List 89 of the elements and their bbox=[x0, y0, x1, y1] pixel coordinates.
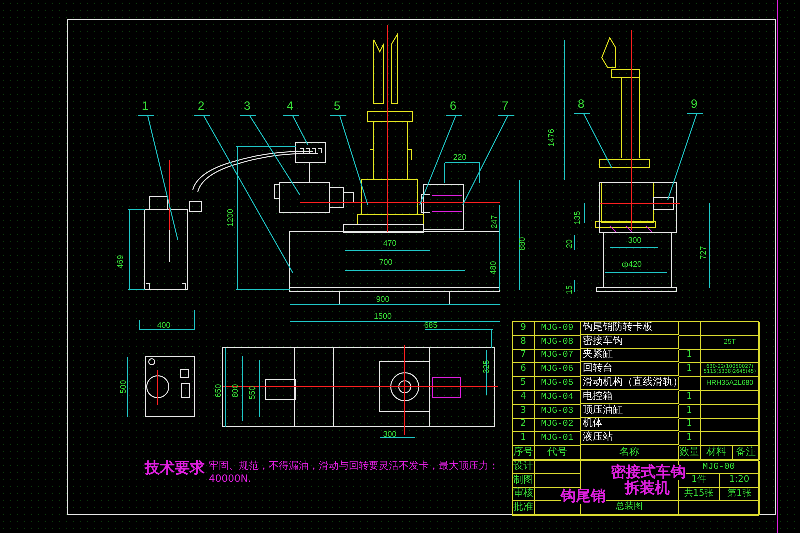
requirements-heading: 技术要求 bbox=[145, 461, 205, 476]
column-header: 代号 bbox=[548, 448, 568, 458]
part-code: MJG-05 bbox=[541, 379, 574, 388]
part-quantity: 1 bbox=[686, 420, 692, 430]
part-name: 机体 bbox=[583, 419, 603, 430]
role-label: 批准 bbox=[514, 502, 534, 513]
leader-line bbox=[574, 114, 612, 168]
row-number: 1 bbox=[520, 434, 526, 444]
sheet-number: 第1张 bbox=[728, 490, 752, 499]
drawing-number: MJG-00 bbox=[702, 462, 736, 472]
row-number: 3 bbox=[520, 406, 526, 416]
part-code: MJG-06 bbox=[541, 365, 574, 374]
dimension-label: 880 bbox=[518, 237, 527, 251]
part-name: 顶压油缸 bbox=[583, 406, 623, 416]
part-quantity: 1 bbox=[686, 392, 692, 402]
column-header: 备注 bbox=[736, 448, 756, 458]
dimension-label: 1500 bbox=[374, 312, 392, 321]
dimension-label: 20 bbox=[565, 240, 574, 248]
part-name: 电控箱 bbox=[583, 392, 613, 402]
part-name: 夹紧缸 bbox=[583, 350, 613, 360]
balloon-number: 8 bbox=[578, 97, 585, 111]
balloon-number: 5 bbox=[334, 99, 341, 113]
part-name: 滑动机构（直线滑轨） bbox=[583, 378, 683, 388]
balloon-number: 3 bbox=[244, 99, 251, 113]
part-code: MJG-03 bbox=[541, 406, 574, 416]
dimension-label: 469 bbox=[116, 255, 125, 269]
dimension-label: 900 bbox=[376, 295, 390, 304]
dimension-label: 400 bbox=[157, 321, 171, 330]
dimension-label: 550 bbox=[248, 386, 257, 400]
part-code: MJG-04 bbox=[541, 392, 574, 402]
dimension-label: 727 bbox=[699, 246, 708, 260]
dimension-label: 480 bbox=[489, 261, 498, 275]
balloon-number: 2 bbox=[198, 99, 205, 113]
row-number: 2 bbox=[520, 420, 526, 430]
dimension-label: ф420 bbox=[622, 260, 642, 269]
dimension-label: 220 bbox=[453, 153, 467, 162]
row-number: 9 bbox=[520, 324, 526, 333]
part-quantity: 1 bbox=[686, 406, 692, 416]
row-number: 7 bbox=[520, 351, 526, 360]
quantity-label: 1件 bbox=[692, 476, 706, 486]
part-name: 钩尾销防转卡板 bbox=[583, 322, 653, 333]
part-name: 回转台 bbox=[583, 364, 613, 374]
part-name: 密接车钩 bbox=[583, 336, 623, 347]
row-number: 5 bbox=[520, 379, 526, 388]
row-number: 8 bbox=[520, 338, 526, 347]
drawing-title: 密接式车钩 bbox=[611, 464, 686, 480]
role-label: 审核 bbox=[514, 489, 534, 500]
dimension-label: 1476 bbox=[547, 129, 556, 147]
role-label: 设计 bbox=[514, 462, 534, 472]
dimension-label: 247 bbox=[490, 215, 499, 229]
balloon-number: 4 bbox=[287, 99, 294, 113]
dimension-label: 1200 bbox=[226, 209, 235, 227]
scale-label: 1:20 bbox=[729, 476, 750, 486]
part-code: MJG-09 bbox=[541, 324, 574, 333]
drawing-type: 总装图 bbox=[616, 503, 643, 512]
drawing-title: 拆装机 bbox=[625, 480, 670, 496]
balloon-number: 1 bbox=[142, 99, 149, 113]
part-quantity: 1 bbox=[686, 434, 692, 444]
dimension-label: 650 bbox=[214, 384, 223, 398]
dimension-label: 15 bbox=[565, 286, 574, 294]
row-number: 4 bbox=[520, 392, 526, 402]
dimension-label: 685 bbox=[424, 321, 438, 330]
part-code: MJG-07 bbox=[541, 351, 574, 360]
dimension-label: 300 bbox=[383, 430, 397, 439]
part-code: MJG-01 bbox=[541, 434, 574, 444]
dimension-label: 325 bbox=[482, 360, 491, 374]
sheet-count: 共15张 bbox=[684, 490, 714, 499]
role-label: 制图 bbox=[514, 476, 534, 486]
column-header: 材料 bbox=[706, 448, 726, 458]
balloon-number: 6 bbox=[450, 99, 457, 113]
column-header: 名称 bbox=[620, 448, 640, 458]
balloon-number: 9 bbox=[691, 97, 698, 111]
part-quantity: 1 bbox=[686, 365, 692, 374]
drawing-subtitle: 钩尾销 bbox=[561, 488, 606, 504]
dimension-label: 470 bbox=[383, 239, 397, 248]
requirements-text: 牢固、规范，不得漏油，滑动与回转要灵活不发卡，最大顶压力：40000N. bbox=[209, 461, 500, 486]
part-quantity: 1 bbox=[686, 351, 692, 360]
dimension-label: 800 bbox=[231, 384, 240, 398]
balloon-number: 7 bbox=[502, 99, 509, 113]
row-number: 6 bbox=[520, 365, 526, 374]
dimension-label: 135 bbox=[573, 211, 582, 225]
column-header: 序号 bbox=[514, 448, 534, 458]
column-header: 数量 bbox=[680, 448, 700, 458]
dimension-label: 700 bbox=[379, 258, 393, 267]
part-code: MJG-08 bbox=[541, 338, 574, 347]
dimension-label: 300 bbox=[628, 236, 642, 245]
part-name: 液压站 bbox=[583, 433, 613, 444]
part-code: MJG-02 bbox=[541, 420, 574, 430]
dimension-label: 500 bbox=[119, 380, 128, 394]
